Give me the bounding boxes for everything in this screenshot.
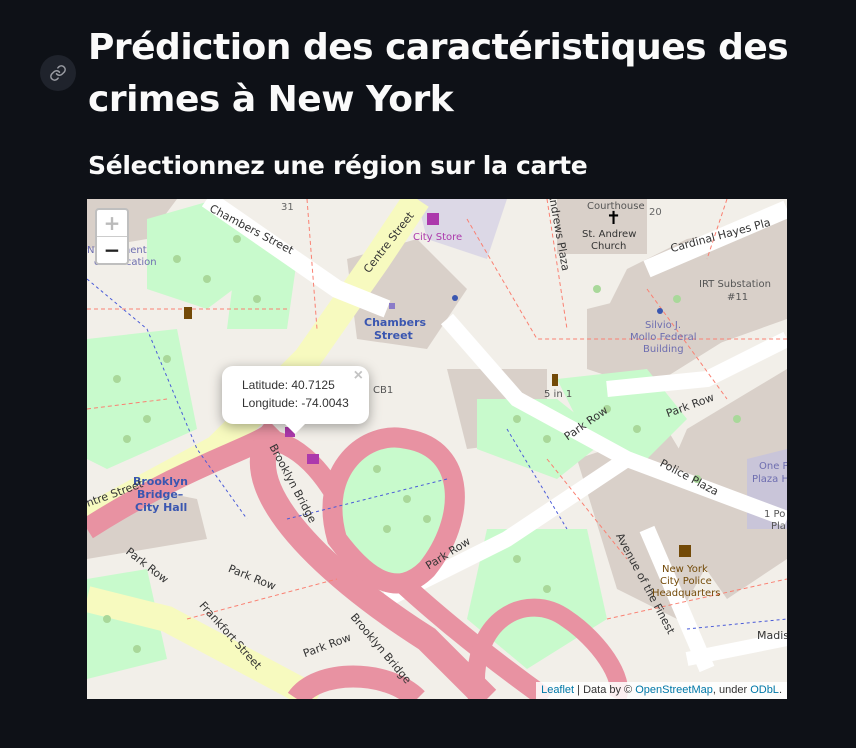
label-five-in-one: 5 in 1: [544, 389, 573, 400]
label-irt-substation: IRT Substation: [699, 279, 771, 290]
label-madison: Madis: [757, 629, 787, 642]
map-container[interactable]: ✝ Chambers Street Centre Street City Sto…: [87, 199, 787, 699]
label-bridge-city: Bridge–: [137, 488, 184, 501]
label-nypd-3: Headquarters: [652, 588, 721, 599]
popup-tip: [285, 424, 305, 434]
link-anchor-icon[interactable]: [40, 55, 76, 91]
label-num-31: 31: [281, 202, 294, 213]
label-silvio: Silvio J.: [645, 320, 682, 331]
page-subtitle: Sélectionnez une région sur la carte: [88, 151, 588, 180]
coordinates-popup: Latitude: 40.7125 Longitude: -74.0043 ×: [222, 366, 369, 424]
page-title: Prédiction des caractéristiques des crim…: [88, 27, 789, 120]
label-nypd-1: New York: [662, 564, 708, 575]
label-irt-number: #11: [727, 292, 749, 303]
label-chambers-station-2: Street: [374, 329, 413, 342]
label-mollo: Mollo Federal: [630, 332, 697, 343]
leaflet-link[interactable]: Leaflet: [541, 684, 574, 696]
label-chambers-station: Chambers: [364, 316, 427, 329]
label-courthouse: Courthouse: [587, 201, 645, 212]
attribution-text-1: | Data by ©: [574, 684, 636, 696]
zoom-control: + −: [95, 208, 129, 265]
odbl-link[interactable]: ODbL: [750, 684, 779, 696]
map-tiles[interactable]: ✝: [87, 199, 787, 699]
label-num-20: 20: [649, 207, 662, 218]
label-city-hall: City Hall: [135, 501, 188, 514]
map-attribution: Leaflet | Data by © OpenStreetMap, under…: [536, 682, 787, 699]
label-plaza-h: Plaza H: [752, 474, 787, 485]
zoom-in-button[interactable]: +: [97, 210, 127, 237]
label-one-police: One P: [759, 461, 787, 472]
label-nypd-2: City Police: [660, 576, 712, 587]
label-cb1: CB1: [373, 385, 394, 396]
popup-close-button[interactable]: ×: [354, 367, 363, 385]
attribution-text-2: , under: [712, 684, 751, 696]
attribution-text-3: .: [778, 684, 782, 696]
label-city-store: City Store: [413, 232, 463, 243]
popup-latitude: Latitude: 40.7125: [242, 378, 335, 392]
zoom-out-button[interactable]: −: [97, 237, 127, 263]
label-st-andrew: St. Andrew: [582, 229, 637, 240]
label-building: Building: [643, 344, 684, 355]
label-pla: Pla: [771, 521, 786, 532]
label-church: Church: [591, 241, 627, 252]
popup-longitude: Longitude: -74.0043: [242, 396, 349, 410]
osm-link[interactable]: OpenStreetMap: [635, 684, 713, 696]
label-one-pol-2: 1 Po: [764, 509, 786, 520]
